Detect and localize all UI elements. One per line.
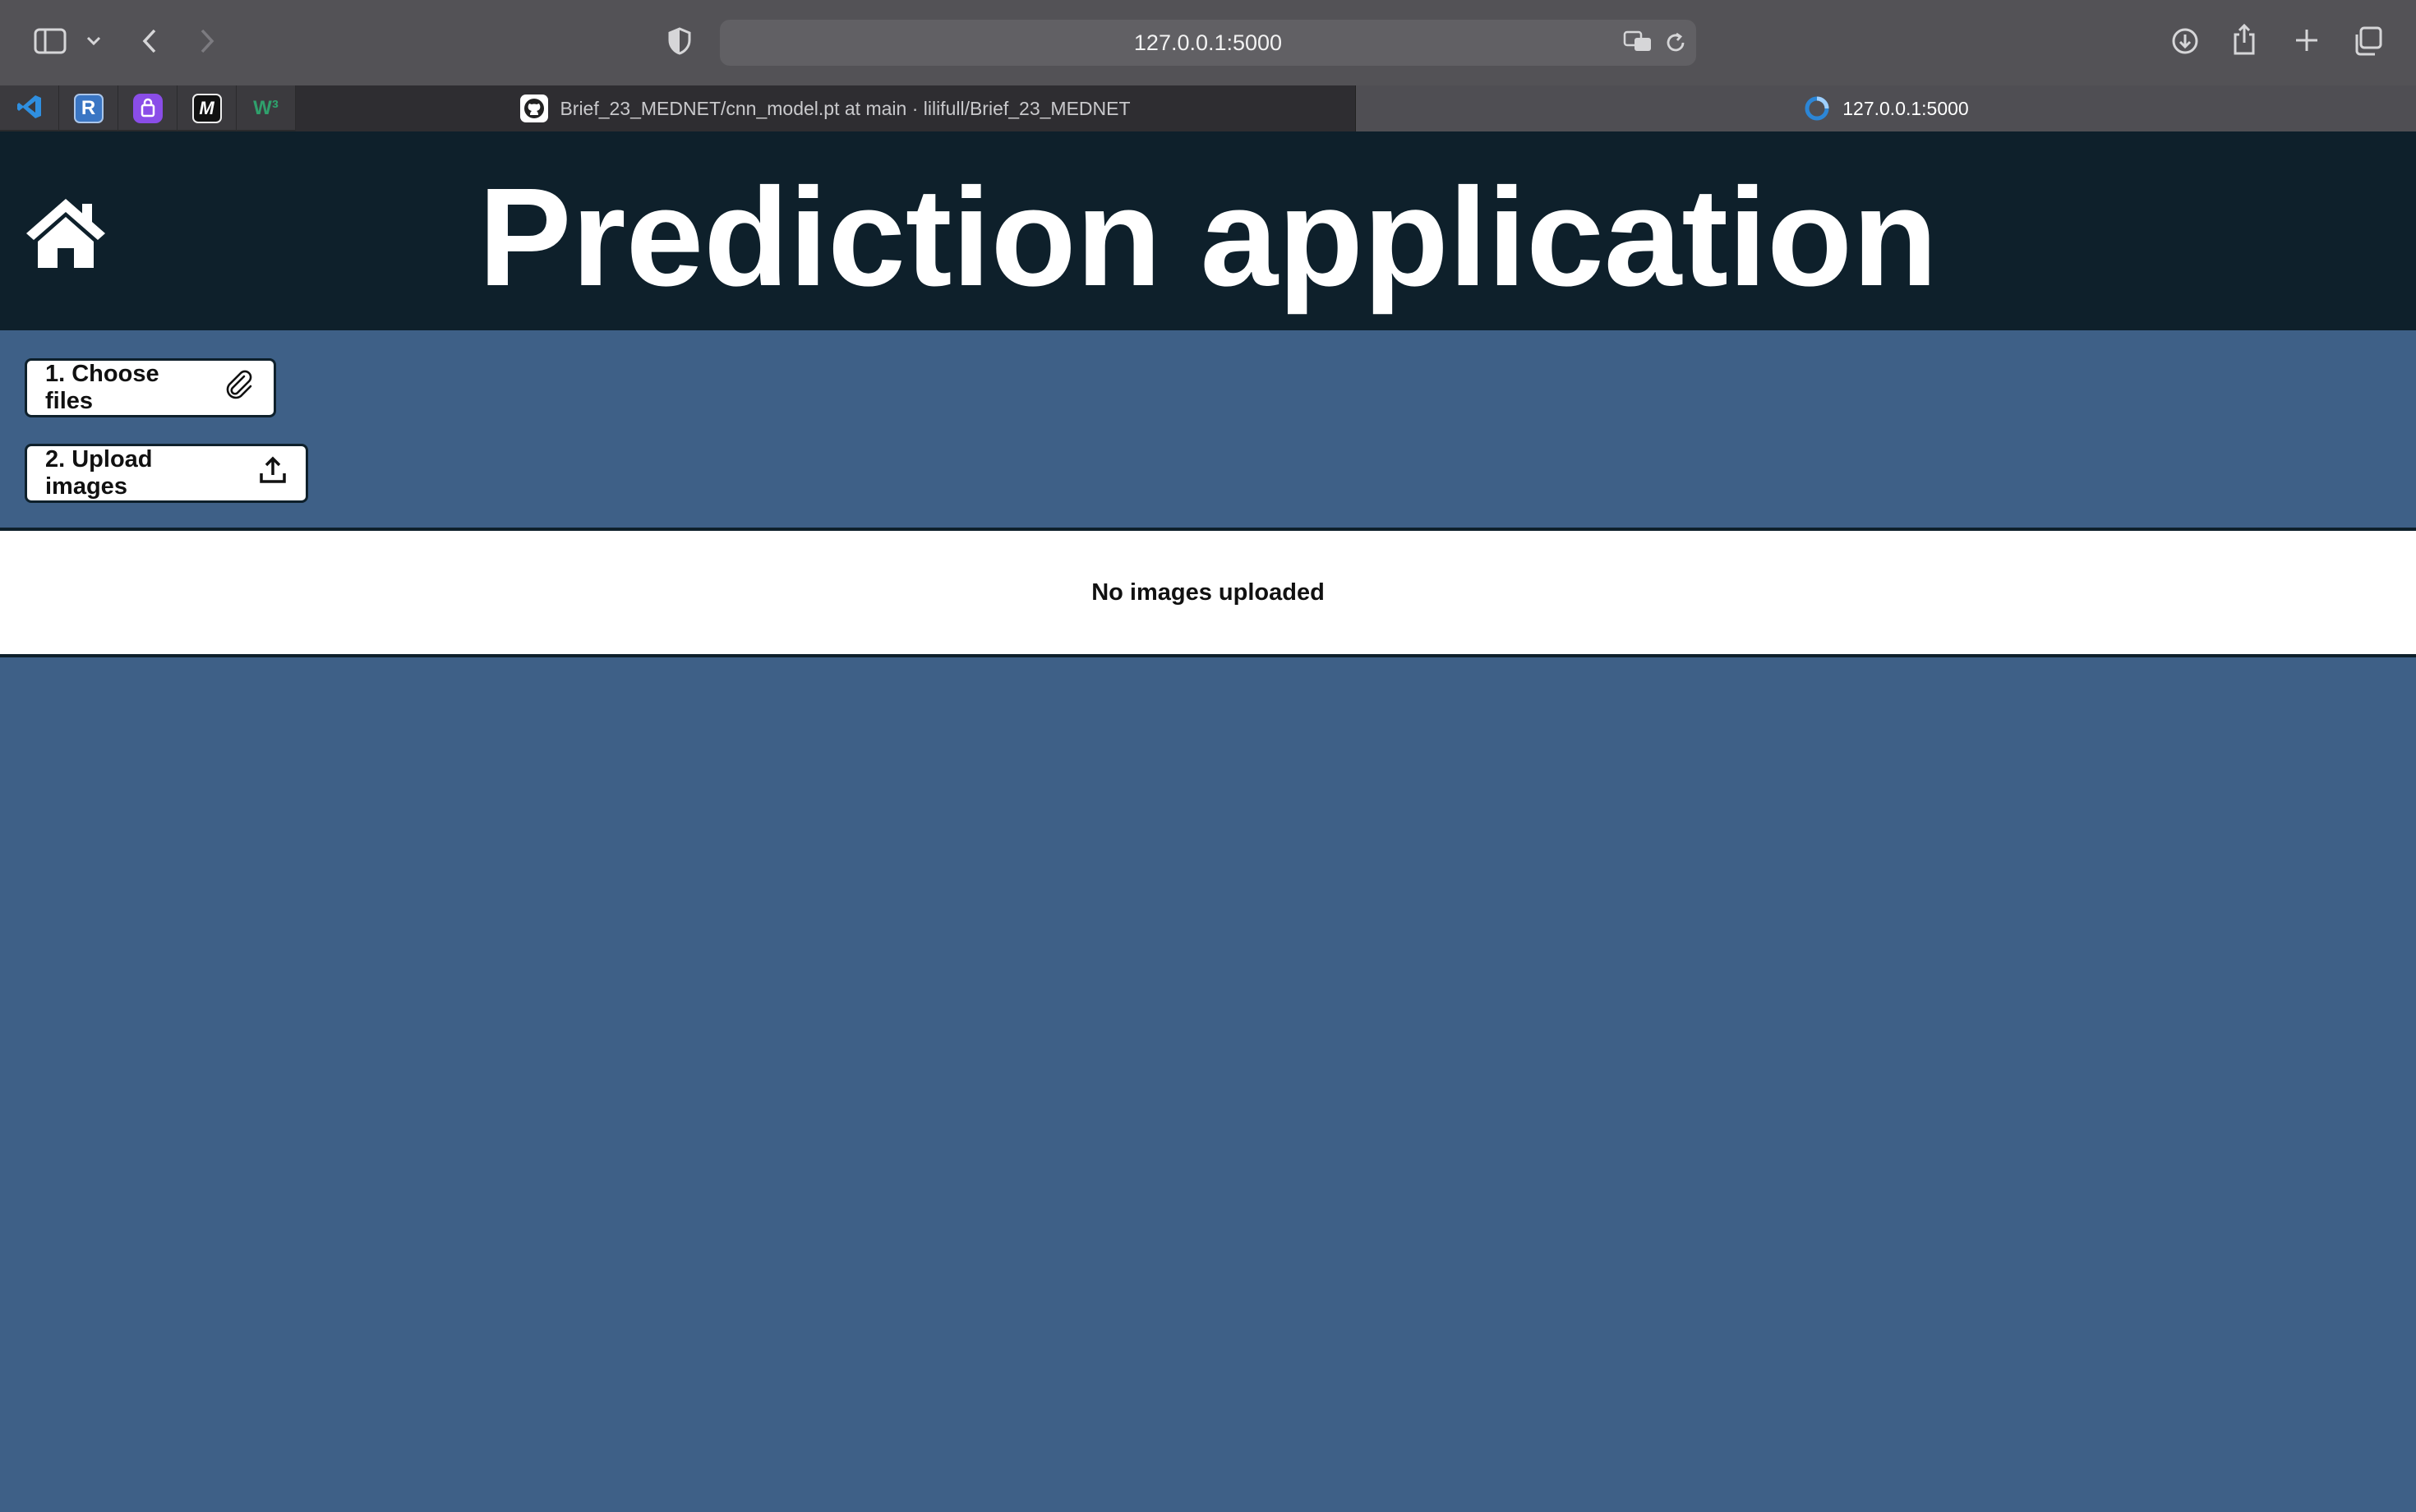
forward-icon[interactable] bbox=[194, 25, 220, 58]
tab-title: 127.0.0.1:5000 bbox=[1842, 97, 1969, 119]
tab-overview-icon[interactable] bbox=[2352, 25, 2385, 58]
page-title: Prediction application bbox=[478, 159, 1938, 316]
upload-status-panel: No images uploaded bbox=[0, 528, 2416, 657]
upload-icon bbox=[258, 455, 288, 491]
tab-localhost[interactable]: 127.0.0.1:5000 bbox=[1356, 85, 2416, 131]
tab-title: Brief_23_MEDNET/cnn_model.pt at main · l… bbox=[560, 97, 1131, 119]
pinned-tab-m[interactable]: M bbox=[178, 85, 237, 131]
w3-icon: W³ bbox=[253, 97, 279, 119]
back-icon[interactable] bbox=[136, 25, 163, 58]
page-header: Prediction application bbox=[0, 131, 2416, 330]
upload-controls: 1. Choose files 2. Upload images bbox=[0, 330, 2416, 528]
proton-icon bbox=[132, 94, 163, 123]
upload-images-button[interactable]: 2. Upload images bbox=[25, 444, 308, 503]
pinned-tab-w3[interactable]: W³ bbox=[237, 85, 296, 131]
pinned-tab-vscode[interactable] bbox=[0, 85, 59, 131]
chevron-down-icon[interactable] bbox=[84, 31, 104, 51]
github-icon bbox=[520, 94, 549, 122]
choose-files-button[interactable]: 1. Choose files bbox=[25, 358, 276, 417]
tab-bar: R M W³ Brief_23_MEDNET/cnn_model.pt at m… bbox=[0, 85, 2416, 131]
address-bar[interactable]: 127.0.0.1:5000 bbox=[720, 20, 1696, 66]
new-tab-icon[interactable] bbox=[2293, 26, 2321, 54]
pinned-tab-r[interactable]: R bbox=[59, 85, 118, 131]
status-message: No images uploaded bbox=[1091, 579, 1325, 606]
paperclip-icon bbox=[223, 368, 256, 408]
pinned-tab-proton[interactable] bbox=[118, 85, 178, 131]
vscode-icon bbox=[16, 93, 44, 125]
browser-toolbar: 127.0.0.1:5000 bbox=[0, 0, 2416, 85]
share-icon[interactable] bbox=[2230, 21, 2258, 58]
tab-github[interactable]: Brief_23_MEDNET/cnn_model.pt at main · l… bbox=[296, 85, 1356, 131]
choose-files-label: 1. Choose files bbox=[45, 361, 159, 414]
downloads-icon[interactable] bbox=[2169, 25, 2201, 58]
page-body bbox=[0, 657, 2416, 1512]
loading-icon bbox=[1803, 94, 1831, 122]
address-bar-url: 127.0.0.1:5000 bbox=[1133, 30, 1283, 55]
reload-icon[interactable] bbox=[1663, 30, 1688, 56]
translate-icon[interactable] bbox=[1622, 28, 1655, 56]
upload-images-label: 2. Upload images bbox=[45, 446, 153, 500]
m-icon: M bbox=[191, 94, 222, 123]
privacy-shield-icon[interactable] bbox=[666, 25, 694, 58]
sidebar-toggle-icon[interactable] bbox=[31, 25, 69, 58]
r-icon: R bbox=[73, 94, 104, 123]
